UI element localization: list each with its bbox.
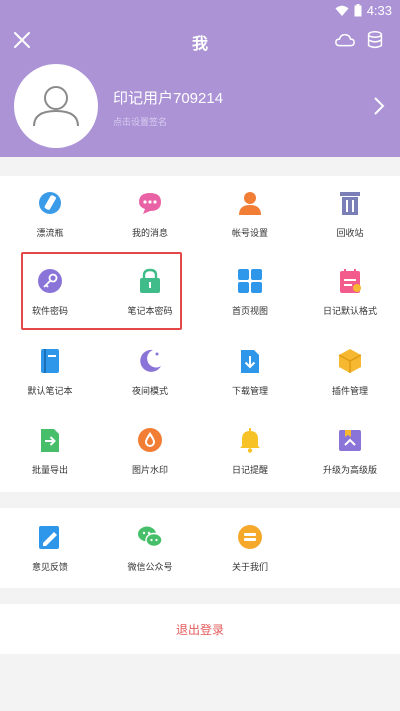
bell-icon — [240, 428, 260, 453]
calendar-format-icon — [340, 269, 361, 293]
grid-item-feedback[interactable]: 意见反馈 — [0, 510, 100, 586]
grid-item-label: 我的消息 — [131, 229, 168, 239]
grid-item-download-manager[interactable]: 下载管理 — [200, 334, 300, 410]
grid-item-home-view[interactable]: 首页视图 — [200, 254, 300, 330]
status-time: 4:33 — [366, 3, 392, 18]
about-grid: 意见反馈 微信公众号 关于我们 — [0, 508, 400, 588]
signature-hint[interactable]: 点击设置签名 — [113, 115, 167, 128]
grid-item-label: 漂流瓶 — [36, 229, 64, 239]
about-icon — [238, 525, 262, 549]
watermark-icon — [138, 428, 162, 452]
grid-item-label: 关于我们 — [231, 563, 268, 573]
grid-item-label: 升级为高级版 — [322, 466, 377, 476]
user-settings-icon — [239, 192, 261, 215]
grid-item-label: 微信公众号 — [127, 563, 173, 573]
avatar[interactable] — [14, 64, 98, 148]
notebook-icon — [41, 349, 59, 373]
logout-button[interactable]: 退出登录 — [0, 604, 400, 654]
grid-item-label: 日记默认格式 — [322, 307, 377, 317]
grid-item-label: 夜间模式 — [131, 387, 168, 397]
wifi-icon — [335, 5, 349, 16]
grid-item-wechat[interactable]: 微信公众号 — [100, 510, 200, 586]
grid-item-label: 意见反馈 — [31, 563, 68, 573]
grid-item-default-notebook[interactable]: 默认笔记本 — [0, 334, 100, 410]
grid-item-account-settings[interactable]: 帐号设置 — [200, 176, 300, 252]
chevron-right-icon[interactable] — [372, 96, 386, 116]
wechat-icon — [138, 526, 163, 548]
grid-item-bottle[interactable]: 漂流瓶 — [0, 176, 100, 252]
feedback-icon — [39, 526, 59, 549]
database-icon[interactable] — [364, 29, 386, 51]
grid-item-plugin-manager[interactable]: 插件管理 — [300, 334, 400, 410]
profile-header: 4:33 我 印记用户709214 点击设置签名 — [0, 0, 400, 157]
message-icon — [139, 193, 161, 214]
grid-item-label: 回收站 — [336, 229, 364, 239]
bottle-icon — [39, 192, 61, 214]
grid-item-label: 下载管理 — [231, 387, 268, 397]
grid-item-label: 插件管理 — [331, 387, 368, 397]
battery-icon — [354, 4, 362, 17]
grid-item-batch-export[interactable]: 批量导出 — [0, 413, 100, 489]
grid-item-diary-format[interactable]: 日记默认格式 — [300, 254, 400, 330]
plugin-box-icon — [338, 349, 362, 373]
status-bar: 4:33 — [0, 0, 400, 22]
username[interactable]: 印记用户709214 — [113, 87, 223, 108]
highlight-box — [21, 252, 182, 330]
grid-item-label: 批量导出 — [31, 466, 68, 476]
download-icon — [241, 350, 259, 373]
trash-icon — [340, 192, 360, 215]
user-avatar-icon — [33, 86, 79, 127]
logout-label: 退出登录 — [175, 622, 224, 637]
grid-item-trash[interactable]: 回收站 — [300, 176, 400, 252]
grid-item-upgrade-premium[interactable]: 升级为高级版 — [300, 413, 400, 489]
grid-item-night-mode[interactable]: 夜间模式 — [100, 334, 200, 410]
settings-grid: 漂流瓶 我的消息 帐号设置 回收站 软件密码 笔记本密码 首页视图 日记默认格式… — [0, 176, 400, 492]
upgrade-icon — [339, 430, 361, 451]
grid-item-diary-reminder[interactable]: 日记提醒 — [200, 413, 300, 489]
moon-icon — [140, 349, 161, 372]
grid-item-image-watermark[interactable]: 图片水印 — [100, 413, 200, 489]
grid-item-label: 首页视图 — [231, 307, 268, 317]
grid-item-messages[interactable]: 我的消息 — [100, 176, 200, 252]
grid-item-label: 帐号设置 — [231, 229, 268, 239]
grid-view-icon — [238, 269, 262, 293]
grid-item-label: 默认笔记本 — [27, 387, 73, 397]
top-bar: 我 — [0, 24, 400, 58]
cloud-sync-icon[interactable] — [334, 30, 356, 52]
grid-item-about-us[interactable]: 关于我们 — [200, 510, 300, 586]
grid-item-label: 图片水印 — [131, 466, 168, 476]
grid-item-label: 日记提醒 — [231, 466, 268, 476]
export-icon — [41, 429, 59, 452]
